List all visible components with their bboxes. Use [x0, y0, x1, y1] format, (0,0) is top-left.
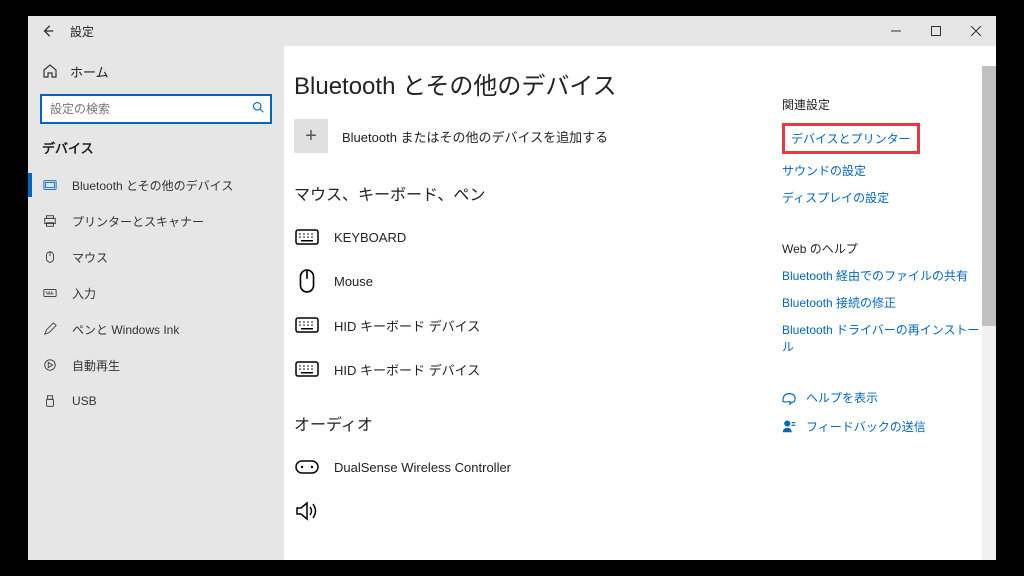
web-help-heading: Web のヘルプ	[782, 240, 982, 257]
printer-icon	[42, 213, 58, 229]
window-body: ホーム デバイス Bluetooth とその他のデバイス プリンターとスキャナー…	[28, 46, 996, 560]
device-label: DualSense Wireless Controller	[334, 460, 511, 475]
device-item[interactable]	[294, 489, 762, 533]
nav-label: Bluetooth とその他のデバイス	[72, 177, 233, 194]
device-item[interactable]: KEYBOARD	[294, 215, 762, 259]
mouse-icon	[42, 249, 58, 265]
nav-label: 入力	[72, 285, 96, 302]
keyboard-icon	[42, 285, 58, 301]
scrollbar[interactable]	[982, 66, 996, 560]
nav-label: ペンと Windows Ink	[72, 321, 179, 338]
search-icon	[252, 100, 264, 118]
device-label: HID キーボード デバイス	[334, 360, 480, 379]
nav-label: 自動再生	[72, 357, 120, 374]
feedback-icon	[782, 420, 796, 434]
close-icon	[971, 26, 981, 36]
sidebar-item-usb[interactable]: USB	[28, 383, 284, 419]
usb-icon	[42, 393, 58, 409]
help-icon	[782, 391, 796, 405]
help-label: ヘルプを表示	[806, 389, 878, 406]
search-input[interactable]	[40, 94, 272, 124]
mouse-icon	[294, 270, 320, 292]
speaker-icon	[294, 500, 320, 522]
sidebar-category-label: デバイス	[28, 124, 284, 167]
add-device-button[interactable]: + Bluetooth またはその他のデバイスを追加する	[294, 119, 762, 153]
sidebar-item-bluetooth[interactable]: Bluetooth とその他のデバイス	[28, 167, 284, 203]
link-display-settings[interactable]: ディスプレイの設定	[782, 189, 982, 206]
titlebar: 設定	[28, 16, 996, 46]
device-label: Mouse	[334, 274, 373, 289]
autoplay-icon	[42, 357, 58, 373]
sidebar-item-printers[interactable]: プリンターとスキャナー	[28, 203, 284, 239]
add-device-label: Bluetooth またはその他のデバイスを追加する	[342, 127, 608, 146]
right-column: 関連設定 デバイスとプリンター サウンドの設定 ディスプレイの設定 Web のヘ…	[782, 66, 982, 560]
feedback-label: フィードバックの送信	[806, 418, 926, 435]
help-link[interactable]: ヘルプを表示	[782, 389, 982, 406]
sidebar: ホーム デバイス Bluetooth とその他のデバイス プリンターとスキャナー…	[28, 46, 284, 560]
home-icon	[42, 63, 58, 79]
keyboard-icon	[294, 226, 320, 248]
sidebar-item-autoplay[interactable]: 自動再生	[28, 347, 284, 383]
keyboard-icon	[294, 358, 320, 380]
window-title: 設定	[70, 23, 94, 40]
sidebar-item-pen[interactable]: ペンと Windows Ink	[28, 311, 284, 347]
sidebar-home-label: ホーム	[70, 62, 109, 81]
gamepad-icon	[294, 456, 320, 478]
nav-label: マウス	[72, 249, 108, 266]
page-title: Bluetooth とその他のデバイス	[294, 66, 762, 101]
content-area: Bluetooth とその他のデバイス + Bluetooth またはその他のデ…	[294, 66, 782, 560]
link-sound-settings[interactable]: サウンドの設定	[782, 162, 982, 179]
related-heading: 関連設定	[782, 96, 982, 113]
device-item[interactable]: HID キーボード デバイス	[294, 347, 762, 391]
scrollbar-thumb[interactable]	[982, 66, 996, 326]
link-devices-printers[interactable]: デバイスとプリンター	[782, 123, 920, 154]
close-button[interactable]	[956, 16, 996, 46]
feedback-link[interactable]: フィードバックの送信	[782, 418, 982, 435]
minimize-icon	[891, 26, 901, 36]
pen-icon	[42, 321, 58, 337]
nav-label: USB	[72, 394, 97, 408]
link-bt-fileshare[interactable]: Bluetooth 経由でのファイルの共有	[782, 267, 982, 284]
sidebar-home[interactable]: ホーム	[28, 54, 284, 88]
link-bt-fix[interactable]: Bluetooth 接続の修正	[782, 294, 982, 311]
sidebar-item-mouse[interactable]: マウス	[28, 239, 284, 275]
plus-icon: +	[294, 119, 328, 153]
device-item[interactable]: Mouse	[294, 259, 762, 303]
section-heading-input: マウス、キーボード、ペン	[294, 181, 762, 205]
minimize-button[interactable]	[876, 16, 916, 46]
bluetooth-icon	[42, 177, 58, 193]
device-label: KEYBOARD	[334, 230, 406, 245]
device-label: HID キーボード デバイス	[334, 316, 480, 335]
arrow-left-icon	[41, 24, 55, 38]
device-item[interactable]: HID キーボード デバイス	[294, 303, 762, 347]
maximize-button[interactable]	[916, 16, 956, 46]
main-content: Bluetooth とその他のデバイス + Bluetooth またはその他のデ…	[284, 46, 996, 560]
back-button[interactable]	[28, 16, 68, 46]
sidebar-item-typing[interactable]: 入力	[28, 275, 284, 311]
device-item[interactable]: DualSense Wireless Controller	[294, 445, 762, 489]
search-wrap	[28, 88, 284, 124]
maximize-icon	[931, 26, 941, 36]
section-heading-audio: オーディオ	[294, 411, 762, 435]
window-controls	[876, 16, 996, 46]
settings-window: 設定 ホーム デバイス Bluetooth とその他のデバイス	[28, 16, 996, 560]
keyboard-icon	[294, 314, 320, 336]
nav-label: プリンターとスキャナー	[72, 213, 204, 230]
link-bt-driver[interactable]: Bluetooth ドライバーの再インストール	[782, 321, 982, 355]
